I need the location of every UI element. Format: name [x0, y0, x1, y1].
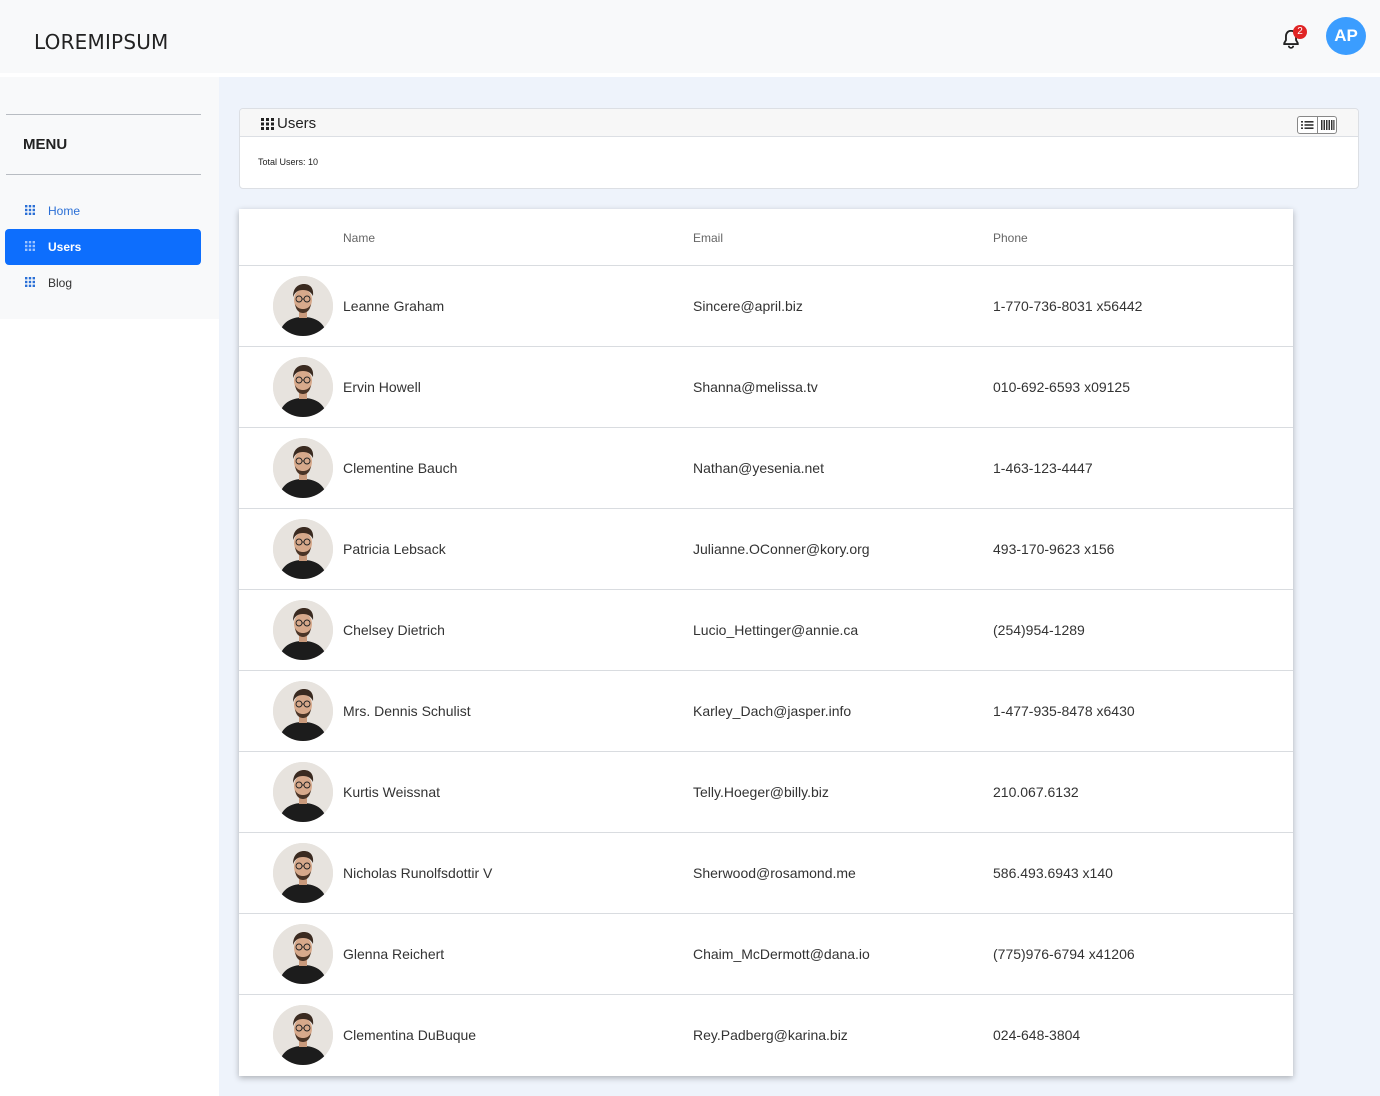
user-email: Rey.Padberg@karina.biz — [693, 1027, 848, 1043]
user-photo — [273, 357, 333, 417]
sidebar-item-label: Blog — [48, 276, 73, 290]
sidebar-item-label: Home — [48, 204, 81, 218]
total-users-count: Total Users: 10 — [258, 157, 319, 167]
table-row[interactable]: Clementina DuBuque Rey.Padberg@karina.biz… — [239, 995, 1293, 1076]
notification-badge: 2 — [1293, 25, 1307, 39]
user-phone: (254)954-1289 — [993, 622, 1085, 638]
user-avatar[interactable]: AP — [1326, 17, 1366, 55]
user-name: Nicholas Runolfsdottir V — [343, 865, 493, 881]
column-header-phone[interactable]: Phone — [993, 231, 1028, 245]
table-row[interactable]: Nicholas Runolfsdottir V Sherwood@rosamon… — [239, 833, 1293, 914]
list-icon — [1301, 121, 1314, 129]
sidebar-item-users[interactable]: Users — [5, 229, 201, 265]
user-photo — [273, 519, 333, 579]
sidebar-divider — [6, 114, 201, 115]
user-photo — [273, 1005, 333, 1065]
sidebar: MENU Home Users Blog — [0, 77, 219, 319]
grid-icon — [261, 118, 274, 130]
user-name: Mrs. Dennis Schulist — [343, 703, 471, 719]
user-name: Clementine Bauch — [343, 460, 458, 476]
sidebar-item-blog[interactable]: Blog — [5, 265, 201, 301]
user-name: Chelsey Dietrich — [343, 622, 445, 638]
column-header-name[interactable]: Name — [343, 231, 375, 245]
user-email: Karley_Dach@jasper.info — [693, 703, 852, 719]
table-row[interactable]: Kurtis Weissnat Telly.Hoeger@billy.biz 210… — [239, 752, 1293, 833]
column-header-email[interactable]: Email — [693, 231, 723, 245]
table-row[interactable]: Glenna Reichert Chaim_McDermott@dana.io (7… — [239, 914, 1293, 995]
user-phone: 493-170-9623 x156 — [993, 541, 1115, 557]
user-phone: 010-692-6593 x09125 — [993, 379, 1131, 395]
user-photo — [273, 438, 333, 498]
sidebar-item-label: Users — [48, 240, 82, 254]
barcode-icon — [1321, 120, 1335, 130]
user-phone: 210.067.6132 — [993, 784, 1079, 800]
table-row[interactable]: Patricia Lebsack Julianne.OConner@kory.or… — [239, 509, 1293, 590]
view-toggle — [1297, 116, 1337, 134]
user-email: Nathan@yesenia.net — [693, 460, 824, 476]
user-phone: 586.493.6943 x140 — [993, 865, 1113, 881]
user-phone: 1-477-935-8478 x6430 — [993, 703, 1135, 719]
user-name: Patricia Lebsack — [343, 541, 446, 557]
user-email: Telly.Hoeger@billy.biz — [693, 784, 829, 800]
user-email: Sherwood@rosamond.me — [693, 865, 856, 881]
user-name: Kurtis Weissnat — [343, 784, 440, 800]
grid-icon — [25, 205, 35, 215]
user-photo — [273, 276, 333, 336]
brand-logo[interactable]: LOREMIPSUM — [34, 30, 169, 54]
grid-icon — [25, 277, 35, 287]
sidebar-divider — [6, 174, 201, 175]
table-row[interactable]: Leanne Graham Sincere@april.biz 1-770-736-… — [239, 266, 1293, 347]
user-name: Leanne Graham — [343, 298, 445, 314]
list-view-button[interactable] — [1298, 117, 1317, 133]
user-photo — [273, 843, 333, 903]
user-email: Lucio_Hettinger@annie.ca — [693, 622, 859, 638]
menu-title: MENU — [23, 136, 68, 153]
user-email: Chaim_McDermott@dana.io — [693, 946, 870, 962]
user-email: Shanna@melissa.tv — [693, 379, 818, 395]
user-photo — [273, 924, 333, 984]
user-email: Julianne.OConner@kory.org — [693, 541, 870, 557]
user-phone: 1-463-123-4447 — [993, 460, 1093, 476]
user-photo — [273, 762, 333, 822]
user-phone: 1-770-736-8031 x56442 — [993, 298, 1143, 314]
user-photo — [273, 681, 333, 741]
user-name: Clementina DuBuque — [343, 1027, 477, 1043]
sidebar-item-home[interactable]: Home — [5, 193, 201, 229]
user-name: Glenna Reichert — [343, 946, 445, 962]
table-row[interactable]: Mrs. Dennis Schulist Karley_Dach@jasper.i… — [239, 671, 1293, 752]
user-name: Ervin Howell — [343, 379, 421, 395]
user-photo — [273, 600, 333, 660]
card-header: Users — [240, 109, 1358, 137]
table-row[interactable]: Clementine Bauch Nathan@yesenia.net 1-463-… — [239, 428, 1293, 509]
user-phone: (775)976-6794 x41206 — [993, 946, 1135, 962]
table-row[interactable]: Chelsey Dietrich Lucio_Hettinger@annie.ca… — [239, 590, 1293, 671]
card-title: Users — [277, 115, 317, 132]
users-summary-card: Users Total Users: 10 — [239, 108, 1359, 189]
users-table: Name Email Phone Leanne Graham Sincere@ap… — [239, 209, 1293, 1076]
grid-view-button[interactable] — [1317, 117, 1336, 133]
table-row[interactable]: Ervin Howell Shanna@melissa.tv 010-692-659… — [239, 347, 1293, 428]
grid-icon — [25, 241, 35, 251]
top-navbar: LOREMIPSUM 2 AP — [0, 0, 1380, 73]
user-phone: 024-648-3804 — [993, 1027, 1081, 1043]
user-email: Sincere@april.biz — [693, 298, 803, 314]
